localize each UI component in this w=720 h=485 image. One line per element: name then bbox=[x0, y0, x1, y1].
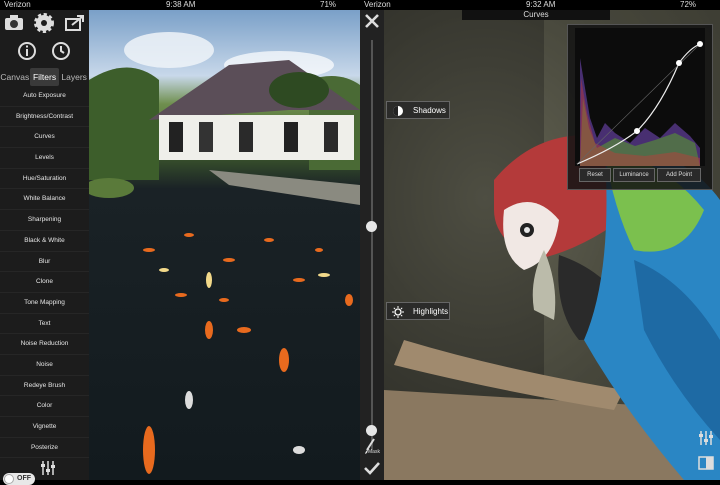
filter-brightness-contrast[interactable]: Brightness/Contrast bbox=[0, 107, 89, 128]
filter-levels[interactable]: Levels bbox=[0, 148, 89, 169]
preview-toggle[interactable]: OFF bbox=[3, 473, 35, 485]
filter-noise-reduction[interactable]: Noise Reduction bbox=[0, 334, 89, 355]
shadows-label: Shadows bbox=[413, 106, 446, 115]
shadows-tool[interactable]: Shadows bbox=[386, 101, 450, 119]
battery-label: 72% bbox=[680, 0, 697, 9]
slider-knob-lower[interactable] bbox=[366, 425, 377, 436]
filter-curves[interactable]: Curves bbox=[0, 127, 89, 149]
slider-knob-upper[interactable] bbox=[366, 221, 377, 232]
toggle-label: OFF bbox=[17, 475, 31, 482]
filter-text[interactable]: Text bbox=[0, 314, 89, 335]
adjust-sliders-icon[interactable] bbox=[698, 430, 714, 446]
clock: 9:38 AM bbox=[166, 0, 196, 9]
filter-clone[interactable]: Clone bbox=[0, 272, 89, 293]
curves-graph[interactable] bbox=[575, 28, 705, 166]
filter-blur[interactable]: Blur bbox=[0, 252, 89, 273]
battery-label: 71% bbox=[320, 0, 337, 9]
filter-black-white[interactable]: Black & White bbox=[0, 231, 89, 252]
filter-auto-exposure[interactable]: Auto Exposure bbox=[0, 86, 89, 107]
carrier-label: Verizon bbox=[4, 0, 31, 9]
highlights-label: Highlights bbox=[413, 307, 449, 316]
checkmark-icon[interactable] bbox=[363, 460, 381, 476]
curve-point[interactable] bbox=[697, 41, 703, 47]
left-sidebar: Canvas Filters Layers Auto Exposure Brig… bbox=[0, 10, 89, 485]
tab-layers[interactable]: Layers bbox=[59, 68, 89, 86]
sun-icon bbox=[392, 306, 404, 318]
gear-icon[interactable] bbox=[33, 12, 55, 33]
curve-point[interactable] bbox=[634, 128, 640, 134]
camera-icon[interactable] bbox=[3, 13, 25, 33]
filter-white-balance[interactable]: White Balance bbox=[0, 189, 89, 211]
filter-color[interactable]: Color bbox=[0, 396, 89, 417]
curves-panel: Reset Luminance Add Point bbox=[567, 24, 713, 190]
koi-pond-photo bbox=[89, 32, 360, 474]
adjust-sliders-icon[interactable] bbox=[40, 460, 56, 476]
mask-slider-strip: Mask bbox=[360, 10, 384, 480]
half-circle-icon bbox=[392, 105, 404, 117]
filter-vignette[interactable]: Vignette bbox=[0, 417, 89, 438]
highlights-tool[interactable]: Highlights bbox=[386, 302, 450, 320]
curve-point[interactable] bbox=[676, 60, 682, 66]
filter-hue-saturation[interactable]: Hue/Saturation bbox=[0, 169, 89, 190]
add-point-button[interactable]: Add Point bbox=[657, 168, 701, 182]
tab-canvas[interactable]: Canvas bbox=[0, 68, 30, 86]
filter-posterize[interactable]: Posterize bbox=[0, 438, 89, 459]
luminance-button[interactable]: Luminance bbox=[613, 168, 655, 182]
clock: 9:32 AM bbox=[526, 0, 556, 9]
tab-row: Canvas Filters Layers bbox=[0, 68, 89, 86]
filter-sharpening[interactable]: Sharpening bbox=[0, 210, 89, 231]
share-icon[interactable] bbox=[64, 13, 86, 33]
tab-filters[interactable]: Filters bbox=[29, 68, 60, 86]
split-view-icon[interactable] bbox=[698, 456, 714, 470]
filter-tone-mapping[interactable]: Tone Mapping bbox=[0, 293, 89, 314]
filter-noise[interactable]: Noise bbox=[0, 355, 89, 376]
slider-track[interactable] bbox=[371, 40, 373, 450]
carrier-label: Verizon bbox=[364, 0, 391, 9]
status-bar-left: Verizon 9:38 AM 71% bbox=[0, 0, 360, 10]
reset-button[interactable]: Reset bbox=[579, 168, 611, 182]
mask-label: Mask bbox=[368, 449, 380, 455]
history-icon[interactable] bbox=[50, 40, 72, 60]
filters-list: Auto Exposure Brightness/Contrast Curves… bbox=[0, 86, 89, 459]
photo-canvas-left[interactable] bbox=[89, 10, 360, 480]
filter-redeye-brush[interactable]: Redeye Brush bbox=[0, 376, 89, 397]
close-icon[interactable] bbox=[364, 13, 380, 29]
info-icon[interactable] bbox=[16, 40, 38, 60]
panel-title: Curves bbox=[462, 10, 610, 20]
toggle-knob bbox=[4, 474, 14, 484]
status-bar-right: Verizon 9:32 AM 72% bbox=[360, 0, 720, 10]
